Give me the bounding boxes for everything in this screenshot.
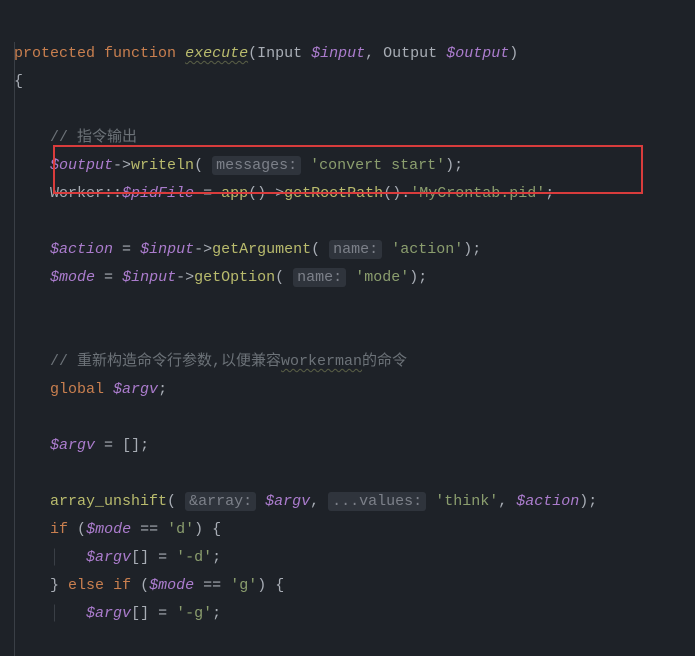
code-line-20: } else if ($mode == 'g') { [14, 577, 284, 594]
code-line-8: $action = $input->getArgument( name: 'ac… [14, 240, 481, 259]
code-line-18: if ($mode == 'd') { [14, 521, 221, 538]
code-line-12: // 重新构造命令行参数,以便兼容workerman的命令 [14, 353, 407, 370]
code-line-2: { [14, 73, 23, 90]
code-line-6: Worker::$pidFile = app()->getRootPath().… [14, 185, 554, 202]
code-line-4: // 指令输出 [14, 129, 137, 146]
code-line-19: │ $argv[] = '-d'; [14, 549, 221, 566]
code-line-21: │ $argv[] = '-g'; [14, 605, 221, 622]
code-line-13: global $argv; [14, 381, 167, 398]
code-line-9: $mode = $input->getOption( name: 'mode')… [14, 268, 427, 287]
code-line-5: $output->writeln( messages: 'convert sta… [14, 156, 463, 175]
code-line-17: array_unshift( &array: $argv, ...values:… [14, 492, 597, 511]
code-line-15: $argv = []; [14, 437, 149, 454]
code-line-1: protected function execute(Input $input,… [14, 45, 518, 62]
code-editor: protected function execute(Input $input,… [14, 12, 695, 656]
